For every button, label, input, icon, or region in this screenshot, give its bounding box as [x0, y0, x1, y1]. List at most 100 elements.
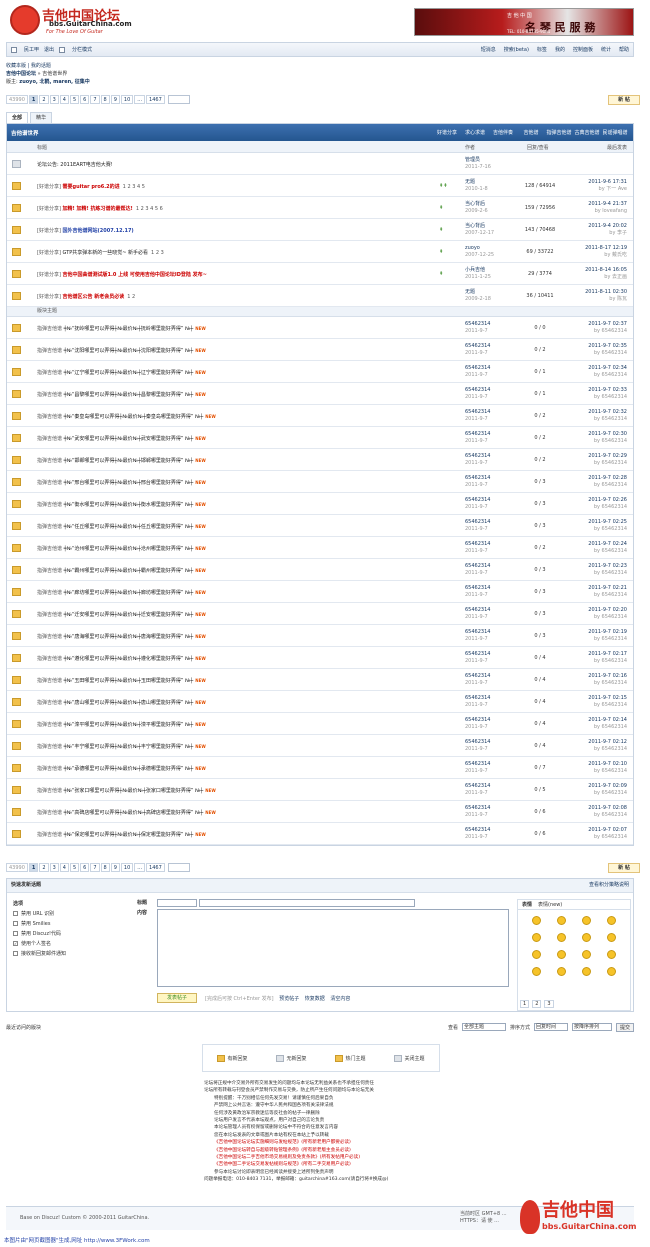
- last-post-time[interactable]: 2011-9-7 02:10: [588, 761, 627, 767]
- author-link[interactable]: 65462314: [465, 343, 490, 349]
- thread-prefix[interactable]: [好谱分享]: [37, 250, 61, 256]
- pager-page[interactable]: ...: [134, 863, 146, 872]
- pager-page[interactable]: 9: [110, 863, 120, 872]
- pager-page[interactable]: 9: [110, 95, 120, 104]
- smiley-icon[interactable]: [607, 950, 616, 959]
- table-row[interactable]: 指弹吉他谱 ╪№“邯郸哪里可以弄得┼№最价№┼邯郸哪里能好弄得” №┼ NEW 65…: [7, 449, 633, 471]
- tab-all[interactable]: 全部: [6, 112, 29, 123]
- option-checkbox[interactable]: [13, 951, 18, 956]
- pager-page[interactable]: 5: [69, 95, 80, 104]
- forum-category-link[interactable]: 民谣弹唱谱: [601, 129, 629, 136]
- last-post-time[interactable]: 2011-9-7 02:32: [588, 409, 627, 415]
- split-mode-link[interactable]: 分栏模式: [72, 46, 92, 53]
- thread-prefix[interactable]: [好谱分享]: [37, 272, 61, 278]
- table-row[interactable]: 指弹吉他谱 ╪№“任丘哪里可以弄得┼№最价№┼任丘哪里能好弄得” №┼ NEW 65…: [7, 515, 633, 537]
- last-post-time[interactable]: 2011-9-7 02:30: [588, 431, 627, 437]
- last-post-time[interactable]: 2011-9-7 02:34: [588, 365, 627, 371]
- recent-forums[interactable]: 最近访问的版块: [6, 1024, 41, 1031]
- last-post-time[interactable]: 2011-9-7 02:19: [588, 629, 627, 635]
- table-row[interactable]: [好谱分享] 加精! 加精! 抗练习谱的最帮达! 1 2 3 4 5 6 ↟ 当心背后…: [7, 197, 633, 219]
- preview-link[interactable]: 预览帖子: [279, 996, 299, 1002]
- thread-link[interactable]: ╪№“保定哪里可以弄得┼№最价№┼保定哪里能好弄得” №┼: [64, 832, 194, 838]
- table-row[interactable]: 指弹吉他谱 ╪№“沧州哪里可以弄得┼№最价№┼沧州哪里能好弄得” №┼ NEW 65…: [7, 537, 633, 559]
- thread-prefix[interactable]: [好谱分享]: [37, 184, 61, 190]
- table-row[interactable]: 指弹吉他谱 ╪№“唐海哪里可以弄得┼№最价№┼唐海哪里能好弄得” №┼ NEW 65…: [7, 625, 633, 647]
- smiley-icon[interactable]: [582, 950, 591, 959]
- username-link[interactable]: 民工甲: [24, 46, 39, 53]
- table-row[interactable]: 指弹吉他谱 ╪№“沈阳哪里可以弄得┼№最价№┼沈阳哪里能好弄得” №┼ NEW 65…: [7, 339, 633, 361]
- pager-page[interactable]: 6: [80, 863, 90, 872]
- last-post-by[interactable]: by 65462314: [594, 570, 627, 576]
- author-link[interactable]: zuoyo: [465, 245, 480, 251]
- table-row[interactable]: 指弹吉他谱 ╪№“承德哪里可以弄得┼№最价№┼承德哪里能好弄得” №┼ NEW 65…: [7, 757, 633, 779]
- last-post-by[interactable]: by 65462314: [594, 350, 627, 356]
- last-post-by[interactable]: by loveafang: [595, 208, 627, 214]
- author-link[interactable]: 65462314: [465, 761, 490, 767]
- pager-jump-input[interactable]: [167, 95, 190, 104]
- thread-prefix[interactable]: 指弹吉他谱: [37, 348, 62, 354]
- thread-link[interactable]: ╪№“迁安哪里可以弄得┼№最价№┼迁安哪里能好弄得” №┼: [64, 612, 194, 618]
- table-row[interactable]: 指弹吉他谱 ╪№“张家口哪里可以弄得┼№最价№┼张家口哪里能好弄得” №┼ NEW…: [7, 779, 633, 801]
- table-row[interactable]: [好谱分享] 吉他谱区公告 新老会员必读 1 2 无题 2009-2-18 36 / 1…: [7, 285, 633, 307]
- thread-prefix[interactable]: 指弹吉他谱: [37, 414, 62, 420]
- last-post-time[interactable]: 2011-9-7 02:15: [588, 695, 627, 701]
- smilies-page[interactable]: 1: [520, 1000, 530, 1008]
- tab-digest[interactable]: 精华: [30, 112, 53, 123]
- pager-page[interactable]: 7: [90, 863, 100, 872]
- last-post-by[interactable]: by 65462314: [594, 680, 627, 686]
- forum-category-link[interactable]: 吉他谱: [517, 129, 545, 136]
- last-post-time[interactable]: 2011-9-7 02:14: [588, 717, 627, 723]
- table-row[interactable]: 指弹吉他谱 ╪№“遵化哪里可以弄得┼№最价№┼遵化哪里能好弄得” №┼ NEW 65…: [7, 647, 633, 669]
- smiley-icon[interactable]: [557, 916, 566, 925]
- table-row[interactable]: 指弹吉他谱 ╪№“昌黎哪里可以弄得┼№最价№┼昌黎哪里能好弄得” №┼ NEW 65…: [7, 383, 633, 405]
- last-post-time[interactable]: 2011-9-7 02:17: [588, 651, 627, 657]
- last-post-by[interactable]: by 下一 Ave: [599, 186, 627, 192]
- pager-page[interactable]: 4: [59, 95, 69, 104]
- thread-prefix[interactable]: 指弹吉他谱: [37, 546, 62, 552]
- last-post-by[interactable]: by 65462314: [594, 768, 627, 774]
- thread-prefix[interactable]: 指弹吉他谱: [37, 612, 62, 618]
- author-link[interactable]: 小兵吉他: [465, 267, 485, 273]
- last-post-time[interactable]: 2011-9-4 21:37: [588, 201, 627, 207]
- last-post-time[interactable]: 2011-9-7 02:29: [588, 453, 627, 459]
- last-post-by[interactable]: by 65462314: [594, 636, 627, 642]
- table-row[interactable]: 指弹吉他谱 ╪№“霸州哪里可以弄得┼№最价№┼霸州哪里能好弄得” №┼ NEW 65…: [7, 559, 633, 581]
- pager-page[interactable]: 2: [39, 863, 49, 872]
- thread-prefix[interactable]: 指弹吉他谱: [37, 370, 62, 376]
- thread-link[interactable]: ╪№“遵化哪里可以弄得┼№最价№┼遵化哪里能好弄得” №┼: [64, 656, 194, 662]
- author-link[interactable]: 65462314: [465, 695, 490, 701]
- userbar-link[interactable]: 短消息: [481, 46, 496, 53]
- table-row[interactable]: 指弹吉他谱 ╪№“廊坊哪里可以弄得┼№最价№┼廊坊哪里能好弄得” №┼ NEW 65…: [7, 581, 633, 603]
- last-post-time[interactable]: 2011-9-7 02:21: [588, 585, 627, 591]
- thread-link[interactable]: ╪№“邯郸哪里可以弄得┼№最价№┼邯郸哪里能好弄得” №┼: [64, 458, 194, 464]
- order-select[interactable]: 按降序排列: [571, 1023, 612, 1031]
- thread-prefix[interactable]: 指弹吉他谱: [37, 810, 62, 816]
- last-post-time[interactable]: 2011-9-4 20:02: [588, 223, 627, 229]
- author-link[interactable]: 无题: [465, 289, 475, 295]
- last-post-by[interactable]: by 65462314: [594, 482, 627, 488]
- filter-submit-button[interactable]: 提交: [615, 1022, 634, 1032]
- smilies-new-tab[interactable]: 表情(new): [538, 900, 562, 909]
- last-post-by[interactable]: by 去正画: [604, 274, 627, 280]
- thread-prefix[interactable]: 指弹吉他谱: [37, 326, 62, 332]
- author-link[interactable]: 65462314: [465, 453, 490, 459]
- pager-page[interactable]: 6: [80, 95, 90, 104]
- userbar-link[interactable]: 帮助: [619, 46, 629, 53]
- smiley-icon[interactable]: [607, 967, 616, 976]
- author-link[interactable]: 65462314: [465, 673, 490, 679]
- last-post-by[interactable]: by 65462314: [594, 658, 627, 664]
- table-row[interactable]: 指弹吉他谱 ╪№“武安哪里可以弄得┼№最价№┼武安哪里能好弄得” №┼ NEW 65…: [7, 427, 633, 449]
- last-post-time[interactable]: 2011-9-7 02:26: [588, 497, 627, 503]
- thread-link[interactable]: ╪№“张家口哪里可以弄得┼№最价№┼张家口哪里能好弄得” №┼: [64, 788, 204, 794]
- last-post-time[interactable]: 2011-9-7 02:20: [588, 607, 627, 613]
- author-link[interactable]: 65462314: [465, 365, 490, 371]
- pager-page[interactable]: 1: [28, 863, 39, 872]
- table-row[interactable]: 指弹吉他谱 ╪№“邢台哪里可以弄得┼№最价№┼邢台哪里能好弄得” №┼ NEW 65…: [7, 471, 633, 493]
- option-row[interactable]: 禁用 Smilies: [13, 919, 66, 929]
- thread-prefix[interactable]: 指弹吉他谱: [37, 458, 62, 464]
- new-post-button-bottom[interactable]: 新 帖: [608, 863, 640, 873]
- last-post-time[interactable]: 2011-9-7 02:08: [588, 805, 627, 811]
- subject-input[interactable]: [199, 899, 415, 907]
- author-link[interactable]: 当心背后: [465, 223, 485, 229]
- forum-category-link[interactable]: 好谱分享: [433, 129, 461, 136]
